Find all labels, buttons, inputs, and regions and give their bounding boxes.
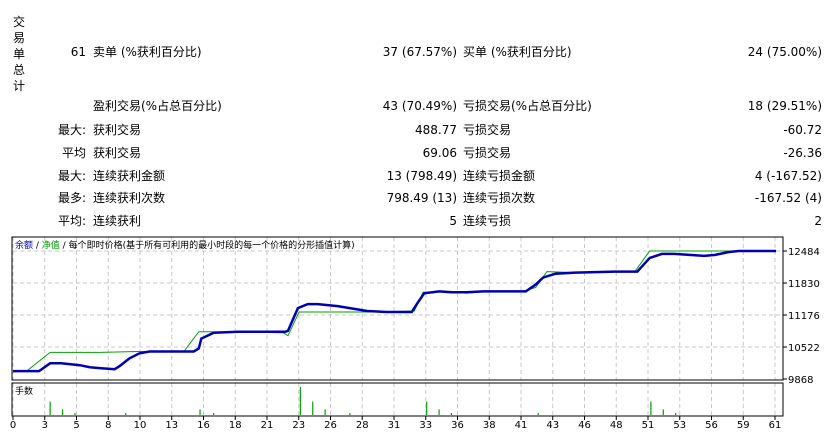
x-tick-label: 21 xyxy=(261,420,274,431)
x-tick-label: 23 xyxy=(292,420,305,431)
x-tick-label: 48 xyxy=(610,420,623,431)
y-tick-label: 11830 xyxy=(788,279,820,290)
title-rest: 每个即时价格(基于所有可利用的最小时段的每一个价格的分形插值计算) xyxy=(69,239,355,251)
x-tick-label: 46 xyxy=(578,420,591,431)
x-tick-label: 5 xyxy=(73,420,79,431)
x-tick-label: 31 xyxy=(388,420,401,431)
y-tick-label: 9868 xyxy=(788,375,813,386)
x-tick-label: 16 xyxy=(197,420,210,431)
x-tick-label: 59 xyxy=(737,420,750,431)
volume-label: 手数 xyxy=(15,385,33,397)
title-equity: 净值 xyxy=(42,239,60,251)
x-tick-label: 13 xyxy=(165,420,178,431)
x-tick-label: 36 xyxy=(451,420,464,431)
y-tick-label: 12484 xyxy=(788,247,820,258)
x-tick-label: 3 xyxy=(42,420,48,431)
x-tick-label: 33 xyxy=(419,420,432,431)
x-tick-label: 43 xyxy=(546,420,559,431)
volume-panel-frame xyxy=(11,382,784,417)
x-tick-label: 61 xyxy=(769,420,782,431)
x-tick-label: 53 xyxy=(673,420,686,431)
title-sep2: / xyxy=(60,241,69,251)
x-tick-label: 51 xyxy=(642,420,655,431)
x-tick-label: 26 xyxy=(324,420,337,431)
x-tick-label: 56 xyxy=(705,420,718,431)
title-balance: 余额 xyxy=(15,239,33,251)
x-tick-label: 41 xyxy=(515,420,528,431)
x-tick-label: 18 xyxy=(229,420,242,431)
x-tick-label: 10 xyxy=(134,420,147,431)
title-sep1: / xyxy=(33,241,42,251)
x-tick-label: 8 xyxy=(105,420,111,431)
y-tick-label: 11176 xyxy=(788,311,820,322)
balance-equity-chart: 0 3 5 8 10 13 16 18 21 23 26 28 31 33 36 38 41 43 46 48 51 53… xyxy=(10,236,820,431)
chart-title: 余额 / 净值 / 每个即时价格(基于所有可利用的最小时段的每一个价格的分形插值… xyxy=(15,239,355,251)
x-tick-label: 38 xyxy=(483,420,496,431)
x-tick-label: 28 xyxy=(356,420,369,431)
y-tick-label: 10522 xyxy=(788,343,820,354)
x-tick-label: 0 xyxy=(10,420,16,431)
balance-line xyxy=(13,249,776,373)
